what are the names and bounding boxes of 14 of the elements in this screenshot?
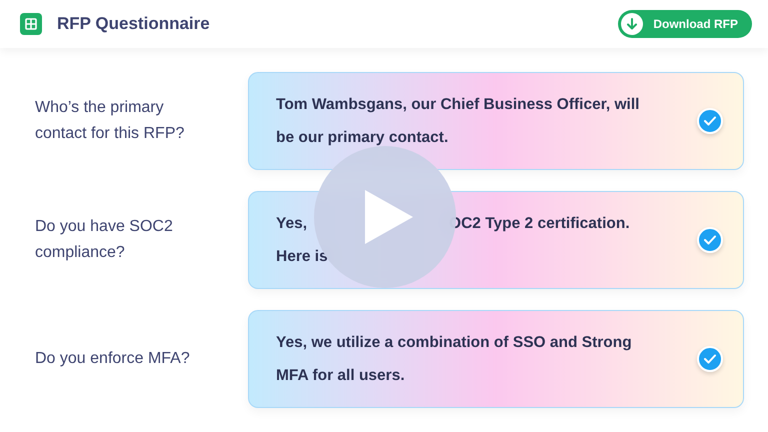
- answer-text: Yes,: [276, 214, 308, 234]
- answer-text: Tom Wambsgans, our Chief Business Officer, will: [276, 94, 640, 115]
- page-title: RFP Questionnaire: [57, 13, 210, 36]
- download-icon: [621, 13, 644, 35]
- play-icon: [363, 188, 415, 246]
- answer-text: Yes, we utilize a combination of SSO and Strong: [276, 332, 632, 353]
- question-text: Do you enforce MFA?: [35, 349, 191, 369]
- answer-text: OC2 Type 2 certification.: [449, 214, 630, 234]
- grid-icon: [20, 13, 42, 35]
- answer-text: be our primary contact.: [276, 128, 448, 148]
- answer-text: MFA for all users.: [276, 366, 405, 386]
- question-text: Who’s the primary contact for this RFP?: [35, 98, 186, 144]
- question-text: Do you have SOC2 compliance?: [35, 217, 174, 263]
- download-button[interactable]: Download RFP: [618, 10, 752, 38]
